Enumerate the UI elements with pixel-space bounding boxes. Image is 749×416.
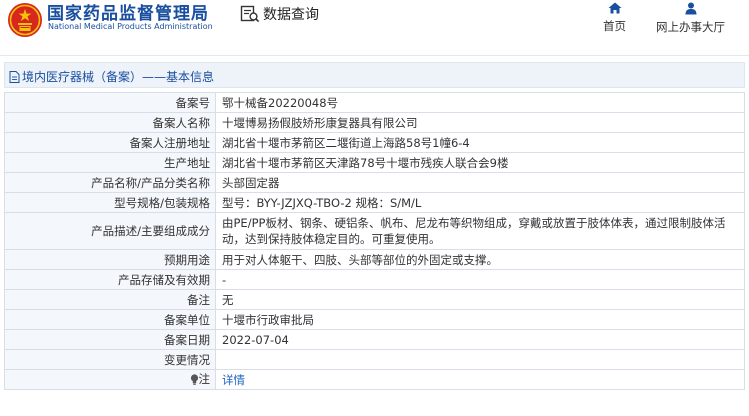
field-label: 备案日期 — [4, 329, 216, 350]
table-row: 变更情况 — [4, 349, 745, 370]
table-row: 预期用途 用于对人体躯干、四肢、头部等部位的外固定或支撑。 — [4, 249, 745, 270]
nav-online-service-hall[interactable]: 网上办事大厅 — [656, 0, 725, 35]
table-row: 备案单位 十堰市行政审批局 — [4, 309, 745, 330]
site-header: 国家药品监督管理局 National Medical Products Admi… — [0, 0, 749, 56]
field-value: 型号：BYY-JZJXQ-TBO-2 规格：S/M/L — [215, 192, 745, 213]
field-label: 备案号 — [4, 92, 216, 113]
header-divider — [0, 55, 749, 56]
field-value — [215, 349, 745, 370]
field-label: 备案人名称 — [4, 112, 216, 133]
details-link[interactable]: 详情 — [222, 373, 245, 387]
table-row: 产品名称/产品分类名称 头部固定器 — [4, 172, 745, 193]
table-row: 产品存储及有效期 - — [4, 269, 745, 290]
note-label-cell: 注 — [4, 369, 216, 390]
field-value: 湖北省十堰市茅箭区天津路78号十堰市残疾人联合会9楼 — [215, 152, 745, 173]
field-value: 十堰博易扬假肢矫形康复器具有限公司 — [215, 112, 745, 133]
note-label-text: 注 — [198, 372, 211, 387]
national-emblem-icon — [8, 3, 42, 37]
field-label: 变更情况 — [4, 349, 216, 370]
field-label: 生产地址 — [4, 152, 216, 173]
org-name-en: National Medical Products Administration — [48, 22, 213, 31]
field-value: 由PE/PP板材、钢条、硬铝条、帆布、尼龙布等织物组成，穿戴或放置于肢体体表，通… — [215, 212, 745, 250]
table-row: 备案人注册地址 湖北省十堰市茅箭区二堰街道上海路58号1幢6-4 — [4, 132, 745, 153]
data-query-label: 数据查询 — [263, 7, 319, 23]
field-label: 备案人注册地址 — [4, 132, 216, 153]
document-icon — [9, 70, 20, 83]
note-value-cell: 详情 — [215, 369, 745, 390]
person-icon — [685, 2, 696, 15]
field-value: 鄂十械备20220048号 — [215, 92, 745, 113]
data-query-link[interactable]: 数据查询 — [240, 4, 319, 24]
nav-online-service-hall-label: 网上办事大厅 — [656, 20, 725, 34]
table-row: 型号规格/包装规格 型号：BYY-JZJXQ-TBO-2 规格：S/M/L — [4, 192, 745, 213]
field-value: 头部固定器 — [215, 172, 745, 193]
data-query-icon — [240, 5, 260, 23]
nav-home[interactable]: 首页 — [603, 0, 626, 34]
bulb-icon — [190, 374, 198, 385]
field-label: 备注 — [4, 289, 216, 310]
home-icon — [608, 2, 621, 14]
table-row: 备案号 鄂十械备20220048号 — [4, 92, 745, 113]
field-label: 型号规格/包装规格 — [4, 192, 216, 213]
field-value: 用于对人体躯干、四肢、头部等部位的外固定或支撑。 — [215, 249, 745, 270]
record-detail-table: 备案号 鄂十械备20220048号 备案人名称 十堰博易扬假肢矫形康复器具有限公… — [4, 92, 745, 390]
field-value: 无 — [215, 289, 745, 310]
note-label: 注 — [190, 371, 211, 387]
section-title: 境内医疗器械（备案）——基本信息 — [9, 68, 214, 85]
table-row: 注 详情 — [4, 369, 745, 390]
field-label: 产品存储及有效期 — [4, 269, 216, 290]
nav-home-label: 首页 — [603, 19, 626, 33]
table-row: 生产地址 湖北省十堰市茅箭区天津路78号十堰市残疾人联合会9楼 — [4, 152, 745, 173]
table-row: 备注 无 — [4, 289, 745, 310]
table-row: 产品描述/主要组成成分 由PE/PP板材、钢条、硬铝条、帆布、尼龙布等织物组成，… — [4, 212, 745, 250]
table-row: 备案人名称 十堰博易扬假肢矫形康复器具有限公司 — [4, 112, 745, 133]
field-label: 备案单位 — [4, 309, 216, 330]
table-row: 备案日期 2022-07-04 — [4, 329, 745, 350]
field-label: 产品名称/产品分类名称 — [4, 172, 216, 193]
field-value: 2022-07-04 — [215, 329, 745, 350]
field-label: 产品描述/主要组成成分 — [4, 212, 216, 250]
org-name-cn: 国家药品监督管理局 — [47, 4, 209, 24]
field-value: - — [215, 269, 745, 290]
section-title-text: 境内医疗器械（备案）——基本信息 — [22, 70, 215, 84]
field-value: 湖北省十堰市茅箭区二堰街道上海路58号1幢6-4 — [215, 132, 745, 153]
field-label: 预期用途 — [4, 249, 216, 270]
field-value: 十堰市行政审批局 — [215, 309, 745, 330]
